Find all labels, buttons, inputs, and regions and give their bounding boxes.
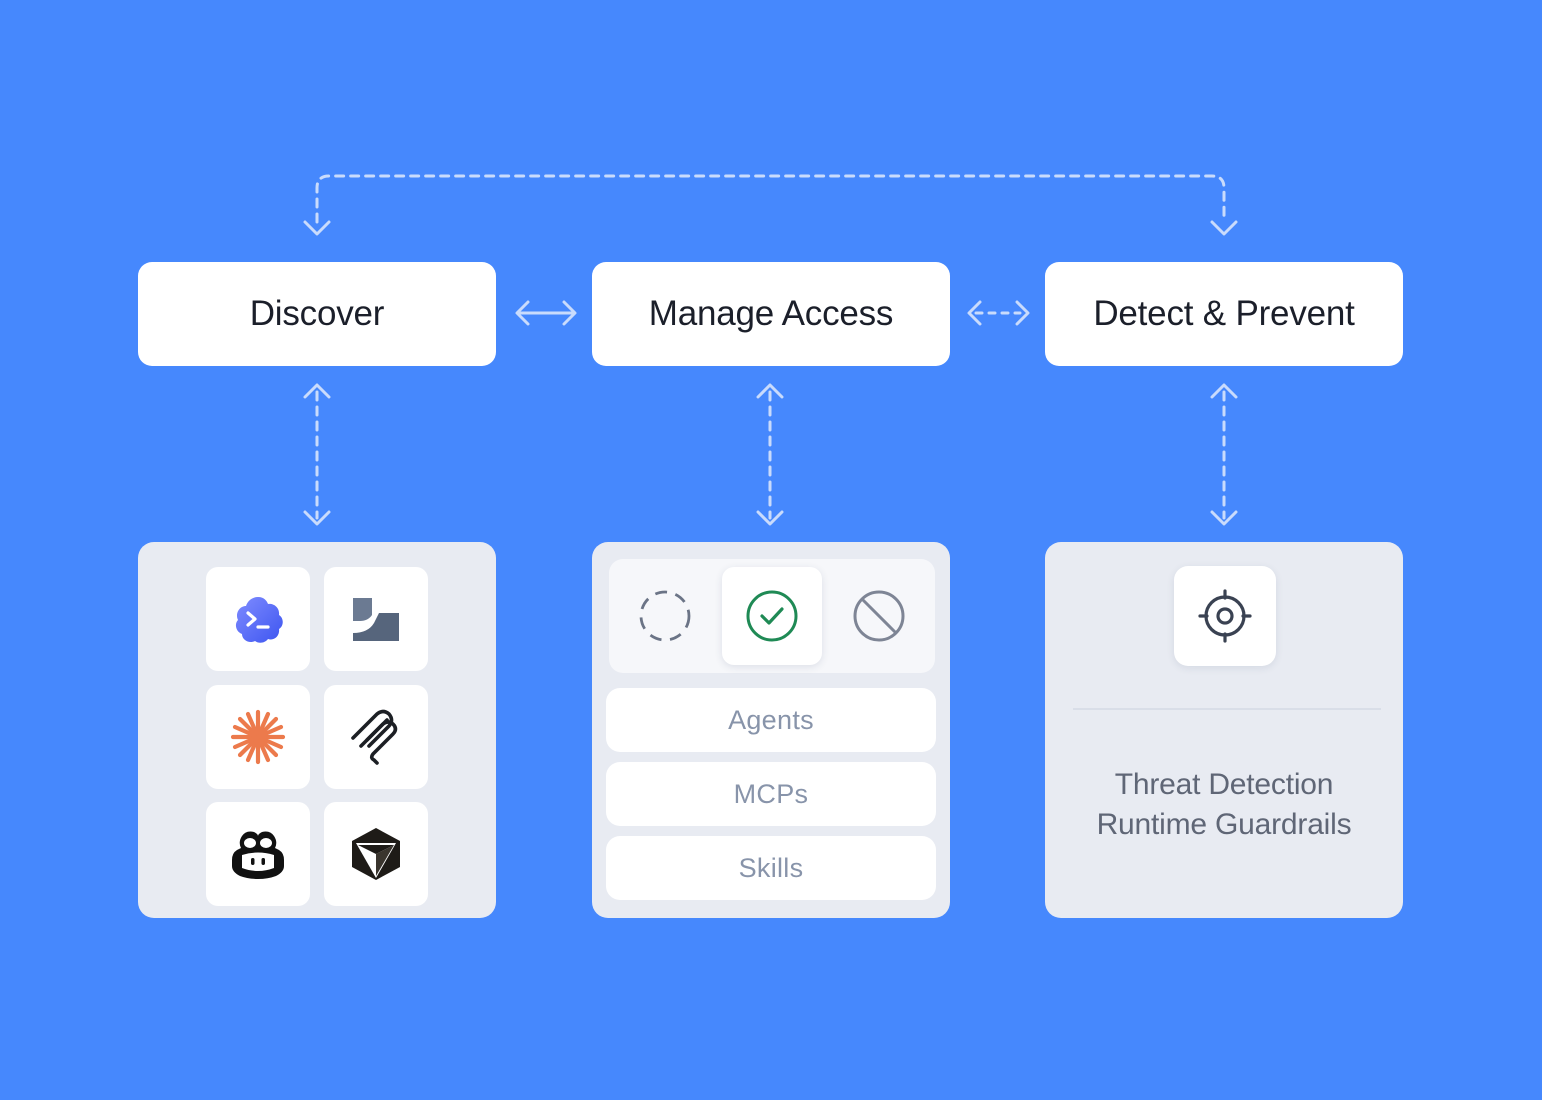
category-label: Agents [728,704,814,735]
manage-detect-connector [967,300,1030,326]
windsurf-icon [353,598,399,641]
blocked-circle-icon [853,590,905,642]
cursor-icon [352,828,400,880]
discover-vertical-connector [303,383,331,526]
category-label: MCPs [733,778,809,809]
category-agents[interactable]: Agents [606,688,936,752]
divider [1073,708,1381,710]
manage-vertical-connector [756,383,784,526]
tool-tile-claude[interactable] [206,685,310,789]
manage-access-panel: Agents MCPs Skills [592,542,950,918]
status-blocked[interactable] [829,567,929,665]
crosshair-target-icon [1198,589,1252,643]
detect-vertical-connector [1210,383,1238,526]
detect-prevent-label: Detect & Prevent [1093,294,1355,333]
copilot-icon [232,831,284,879]
tool-tile-cursor[interactable] [324,802,428,906]
mcp-icon [351,709,398,765]
detect-prevent-stage[interactable]: Detect & Prevent [1045,262,1403,366]
status-pending[interactable] [615,567,715,665]
detect-prevent-panel: Threat Detection Runtime Guardrails [1045,542,1403,918]
discover-stage[interactable]: Discover [138,262,496,366]
top-loop-arrowhead-left [303,220,331,236]
pending-dashed-circle-icon [639,590,691,642]
category-mcps[interactable]: MCPs [606,762,936,826]
manage-access-stage[interactable]: Manage Access [592,262,950,366]
status-allowed[interactable] [722,567,822,665]
manage-access-label: Manage Access [648,294,894,333]
tool-tile-windsurf[interactable] [324,567,428,671]
discover-label: Discover [249,294,385,333]
check-circle-icon [746,590,798,642]
category-skills[interactable]: Skills [606,836,936,900]
top-loop-connector [315,174,1226,224]
terminal-cloud-icon [235,597,283,643]
access-status-selector [609,559,935,673]
target-tile[interactable] [1174,566,1276,666]
runtime-guardrails-label: Runtime Guardrails [1096,808,1352,841]
tool-tile-copilot[interactable] [206,802,310,906]
discover-panel [138,542,496,918]
discover-manage-connector [515,300,577,326]
tool-tile-terminal[interactable] [206,567,310,671]
claude-icon [230,709,286,765]
top-loop-arrowhead-right [1210,220,1238,236]
tool-tile-mcp[interactable] [324,685,428,789]
category-label: Skills [738,852,804,883]
threat-detection-label: Threat Detection [1114,768,1334,801]
